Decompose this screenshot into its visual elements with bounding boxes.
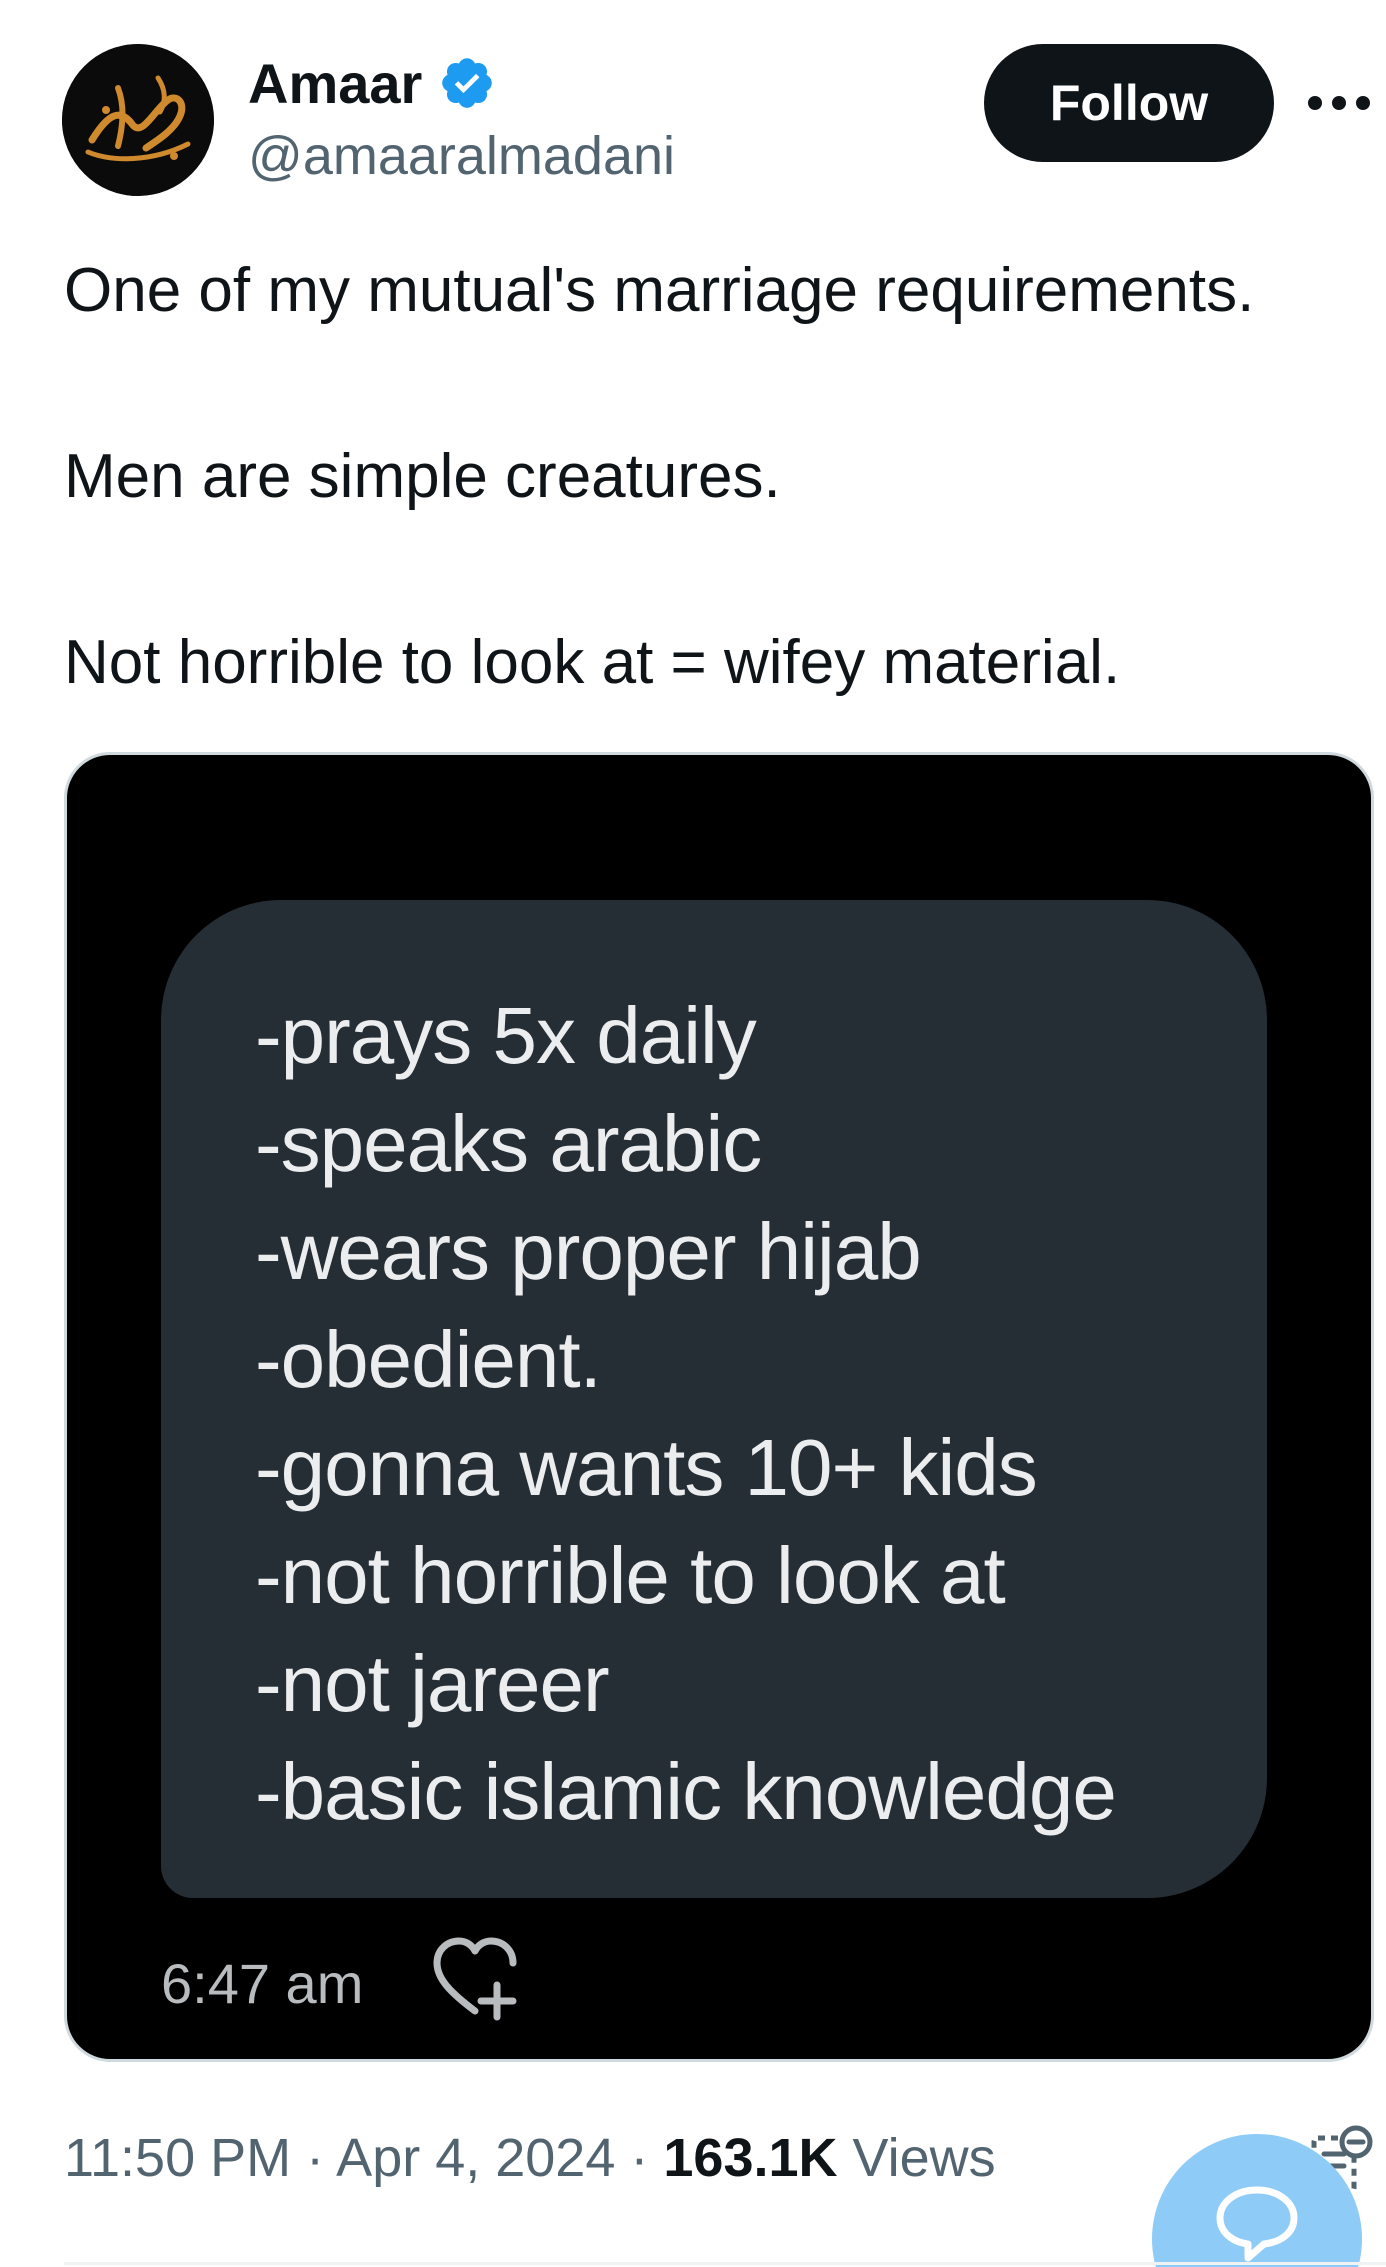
divider (64, 2262, 1386, 2265)
tweet-text: One of my mutual's marriage requirements… (64, 254, 1344, 700)
author-display-name[interactable]: Amaar (248, 52, 422, 116)
message-line: -obedient. (255, 1315, 602, 1404)
author-handle[interactable]: @amaaralmadani (248, 124, 675, 188)
message-line: -prays 5x daily (255, 991, 757, 1080)
message-line: -basic islamic knowledge (255, 1747, 1117, 1836)
message-line: -not horrible to look at (255, 1531, 1006, 1620)
meta-separator: · (630, 2128, 649, 2188)
message-line: -wears proper hijab (255, 1207, 922, 1296)
reply-bubble-icon (1216, 2186, 1298, 2262)
tweet-media-image[interactable]: -prays 5x daily -speaks arabic -wears pr… (64, 752, 1374, 2062)
views-count: 163.1K (663, 2128, 838, 2188)
heart-plus-icon (433, 1937, 517, 2021)
meta-separator: · (306, 2128, 325, 2188)
follow-button[interactable]: Follow (984, 44, 1274, 162)
tweet-paragraph: One of my mutual's marriage requirements… (64, 256, 1255, 325)
tweet-paragraph: Men are simple creatures. (64, 442, 781, 511)
message-bubble: -prays 5x daily -speaks arabic -wears pr… (161, 900, 1267, 1898)
tweet-time[interactable]: 11:50 PM (64, 2128, 291, 2188)
verified-badge-icon (442, 58, 492, 108)
message-line: -gonna wants 10+ kids (255, 1423, 1038, 1512)
tweet-date[interactable]: Apr 4, 2024 (336, 2128, 615, 2188)
arabic-calligraphy-logo-icon (62, 44, 214, 196)
tweet-detail: Amaar @amaaralmadani Follow One of my mu… (0, 0, 1386, 2267)
more-horizontal-icon (1308, 96, 1370, 110)
avatar[interactable] (62, 44, 214, 196)
tweet-paragraph: Not horrible to look at = wifey material… (64, 628, 1121, 697)
message-list: -prays 5x daily -speaks arabic -wears pr… (255, 982, 1117, 1846)
views-label: Views (852, 2128, 996, 2188)
message-line: -speaks arabic (255, 1099, 762, 1188)
message-time: 6:47 am (161, 1952, 364, 2015)
more-options-button[interactable] (1306, 70, 1372, 136)
message-line: -not jareer (255, 1639, 610, 1728)
tweet-meta: 11:50 PM · Apr 4, 2024 · 163.1K Views (64, 2126, 996, 2190)
